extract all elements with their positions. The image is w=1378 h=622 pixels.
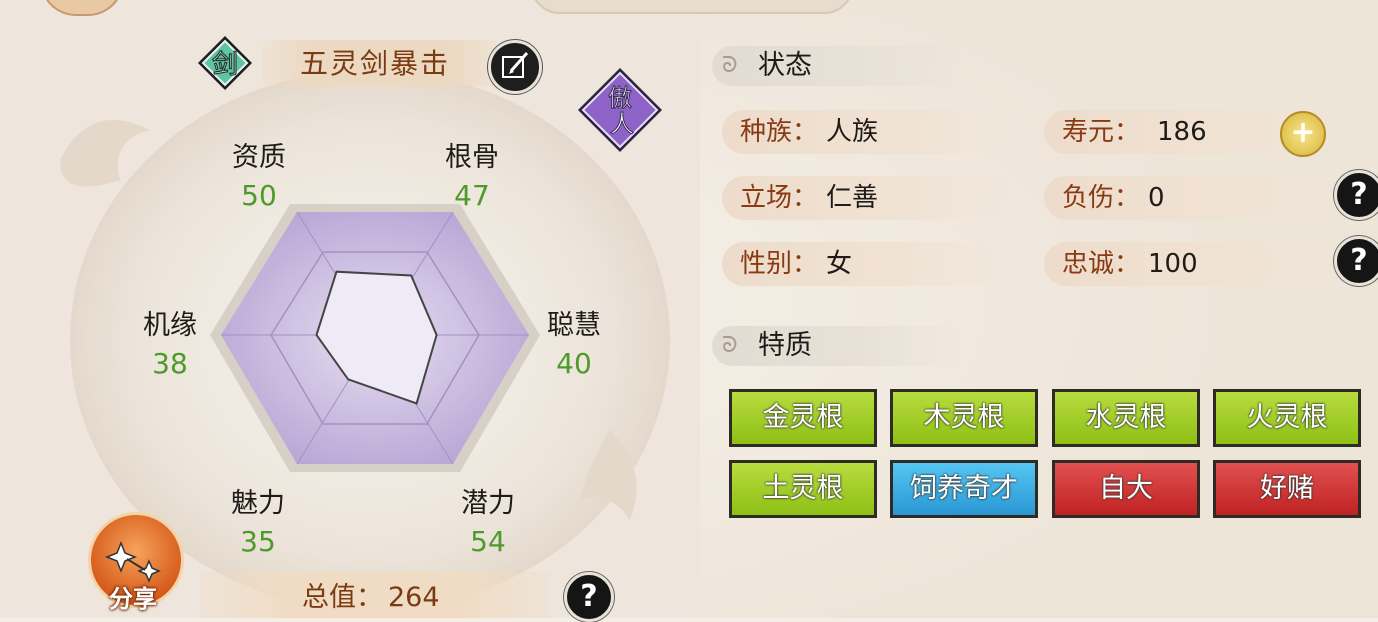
question-icon: ?: [1350, 177, 1368, 212]
edit-button[interactable]: [488, 40, 542, 94]
traits-section-title: 特质: [758, 330, 812, 361]
share-label: 分享: [109, 585, 157, 613]
stat-label-conghui: 聪慧: [547, 310, 601, 341]
stat-value-meili: 35: [240, 525, 276, 558]
swirl-icon: ᘐ: [722, 53, 738, 78]
swirl-icon: ᘐ: [722, 333, 738, 358]
total-help-button[interactable]: ?: [564, 572, 614, 622]
gender-key: 性别：: [740, 249, 819, 279]
traits-section-bar: [712, 326, 962, 366]
trait-huolinggen[interactable]: 火灵根: [1213, 389, 1361, 447]
gender-value: 女: [826, 249, 853, 279]
injury-help-button[interactable]: ?: [1334, 170, 1378, 220]
sword-skill-badge-icon: 剑: [198, 36, 252, 90]
total-value: 264: [388, 582, 440, 613]
lifespan-key: 寿元：: [1062, 117, 1141, 147]
stat-label-gengu: 根骨: [445, 142, 499, 173]
injury-key: 负伤：: [1062, 183, 1141, 213]
plus-icon: +: [1290, 115, 1316, 150]
trait-mulinggen[interactable]: 木灵根: [890, 389, 1038, 447]
stat-value-qianli: 54: [470, 525, 506, 558]
lifespan-value: 186: [1157, 117, 1207, 147]
stat-value-gengu: 47: [454, 179, 490, 212]
stat-label-zizhi: 资质: [232, 142, 286, 173]
proud-glyph-1: 傲: [608, 84, 632, 112]
skill-badge-glyph: 剑: [212, 50, 238, 80]
skill-name: 五灵剑暴击: [300, 47, 451, 80]
trait-siyangqicai[interactable]: 饲养奇才: [890, 460, 1038, 518]
question-icon: ?: [580, 579, 598, 614]
loyalty-help-button[interactable]: ?: [1334, 236, 1378, 286]
stance-key: 立场：: [740, 183, 819, 213]
trait-tulinggen[interactable]: 土灵根: [729, 460, 877, 518]
race-value: 人族: [826, 117, 879, 147]
stance-value: 仁善: [826, 183, 879, 213]
top-tab-decoration: [530, 0, 854, 14]
stat-label-meili: 魅力: [231, 488, 285, 519]
stat-value-conghui: 40: [556, 347, 592, 380]
loyalty-value: 100: [1148, 249, 1198, 279]
status-section-bar: [712, 46, 962, 86]
trait-zida[interactable]: 自大: [1052, 460, 1200, 518]
proud-trait-badge-icon: 傲 人: [578, 68, 662, 152]
total-label: 总值：: [302, 582, 383, 613]
trait-shuilinggen[interactable]: 水灵根: [1052, 389, 1200, 447]
stat-value-jiyuan: 38: [152, 347, 188, 380]
question-icon: ?: [1350, 243, 1368, 278]
loyalty-key: 忠诚：: [1062, 249, 1141, 279]
stat-label-jiyuan: 机缘: [143, 310, 197, 341]
status-section-title: 状态: [758, 50, 812, 81]
race-key: 种族：: [740, 117, 819, 147]
stat-label-qianli: 潜力: [461, 488, 515, 519]
add-lifespan-button[interactable]: +: [1280, 111, 1326, 157]
stat-value-zizhi: 50: [241, 179, 277, 212]
attribute-radar-chart: [210, 204, 540, 472]
trait-jinlinggen[interactable]: 金灵根: [729, 389, 877, 447]
proud-glyph-2: 人: [610, 110, 634, 138]
injury-value: 0: [1148, 183, 1165, 213]
edit-icon: [502, 52, 529, 78]
trait-haodu[interactable]: 好赌: [1213, 460, 1361, 518]
